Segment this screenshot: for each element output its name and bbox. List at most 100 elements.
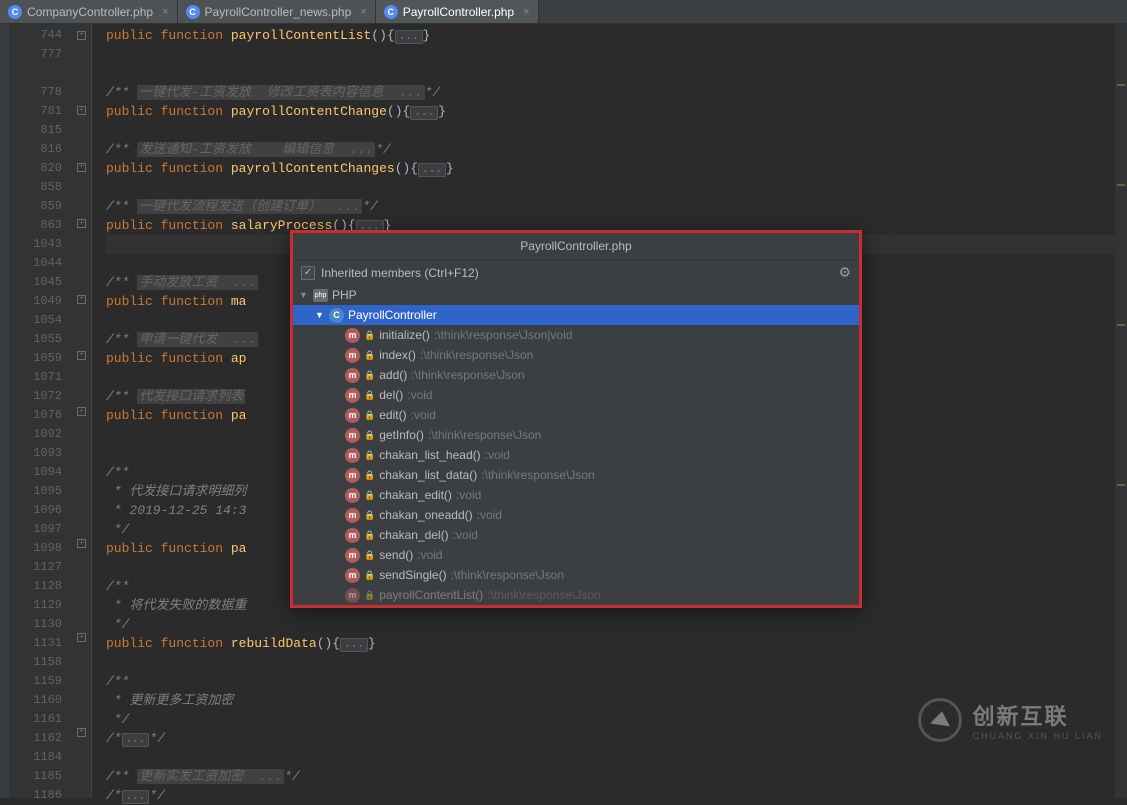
line-number: 1097	[10, 520, 62, 539]
code-line[interactable]: public function payrollContentChanges(){…	[106, 159, 1127, 178]
method-icon: m	[345, 408, 360, 423]
member-return: :void	[456, 488, 481, 502]
member-return: :void	[477, 508, 502, 522]
line-number: 1129	[10, 596, 62, 615]
code-line[interactable]: /*...*/	[106, 786, 1127, 805]
tab-label: PayrollController_news.php	[205, 5, 352, 19]
line-number: 1093	[10, 444, 62, 463]
member-return: :void	[417, 548, 442, 562]
code-line[interactable]	[106, 64, 1127, 83]
code-line[interactable]: /**	[106, 672, 1127, 691]
line-number: 1095	[10, 482, 62, 501]
tree-php-node[interactable]: ▼ php PHP	[293, 285, 859, 305]
line-number: 1158	[10, 653, 62, 672]
tab-payroll-controller[interactable]: C PayrollController.php ×	[376, 0, 539, 23]
method-icon: m	[345, 568, 360, 583]
line-number: 778	[10, 83, 62, 102]
structure-member[interactable]: m🔒chakan_oneadd():void	[293, 505, 859, 525]
code-line[interactable]: /** 更新实发工资加密 ...*/	[106, 767, 1127, 786]
code-line[interactable]	[106, 748, 1127, 767]
structure-member[interactable]: m🔒chakan_del():void	[293, 525, 859, 545]
structure-tree[interactable]: ▼ php PHP ▼ C PayrollController m 🔒 initia…	[293, 285, 859, 605]
code-line[interactable]: public function rebuildData(){...}	[106, 634, 1127, 653]
structure-member[interactable]: m🔒add():\think\response\Json	[293, 365, 859, 385]
fold-expand-icon[interactable]: +	[77, 633, 86, 642]
line-number: 1185	[10, 767, 62, 786]
structure-member[interactable]: m🔒chakan_list_data():\think\response\Jso…	[293, 465, 859, 485]
inherited-checkbox[interactable]: ✓	[301, 266, 315, 280]
code-line[interactable]: public function payrollContentList(){...…	[106, 26, 1127, 45]
fold-expand-icon[interactable]: +	[77, 539, 86, 548]
structure-member[interactable]: m🔒index():\think\response\Json	[293, 345, 859, 365]
code-line[interactable]: */	[106, 615, 1127, 634]
member-name: chakan_list_head()	[379, 448, 480, 462]
code-line[interactable]	[106, 121, 1127, 140]
fold-expand-icon[interactable]: +	[77, 351, 86, 360]
structure-member[interactable]: m🔒getInfo():\think\response\Json	[293, 425, 859, 445]
code-line[interactable]: /** 一键代发-工资发放 修改工资表内容信息 ...*/	[106, 83, 1127, 102]
class-icon: C	[329, 308, 344, 323]
tab-company-controller[interactable]: C CompanyController.php ×	[0, 0, 178, 23]
lock-icon: 🔒	[364, 470, 375, 481]
member-return: :void	[453, 528, 478, 542]
chevron-down-icon[interactable]: ▼	[315, 310, 325, 320]
member-return: :\think\response\Json|void	[434, 328, 573, 342]
structure-member[interactable]: m🔒initialize():\think\response\Json|void	[293, 325, 859, 345]
line-number: 1094	[10, 463, 62, 482]
method-icon: m	[345, 328, 360, 343]
close-icon[interactable]: ×	[162, 6, 168, 18]
line-number: 1043	[10, 235, 62, 254]
line-number: 820	[10, 159, 62, 178]
fold-expand-icon[interactable]: +	[77, 31, 86, 40]
tree-label: PHP	[332, 288, 357, 302]
line-number: 859	[10, 197, 62, 216]
tab-payroll-news[interactable]: C PayrollController_news.php ×	[178, 0, 376, 23]
chevron-down-icon[interactable]: ▼	[299, 290, 309, 300]
code-line[interactable]: /** 发送通知-工资发放 编辑信息 ...*/	[106, 140, 1127, 159]
method-icon: m	[345, 448, 360, 463]
tree-class-node[interactable]: ▼ C PayrollController	[293, 305, 859, 325]
close-icon[interactable]: ×	[360, 6, 366, 18]
code-line[interactable]: /** 一键代发流程发送（创建订单） ...*/	[106, 197, 1127, 216]
lock-icon: 🔒	[364, 410, 375, 421]
fold-expand-icon[interactable]: +	[77, 728, 86, 737]
member-name: payrollContentList()	[379, 588, 483, 602]
code-line[interactable]	[106, 178, 1127, 197]
fold-expand-icon[interactable]: +	[77, 407, 86, 416]
file-structure-popup[interactable]: PayrollController.php ✓ Inherited member…	[290, 230, 862, 608]
structure-member[interactable]: m🔒del():void	[293, 385, 859, 405]
lock-icon: 🔒	[364, 350, 375, 361]
member-return: :\think\response\Json	[428, 428, 541, 442]
close-icon[interactable]: ×	[523, 6, 529, 18]
member-name: del()	[379, 388, 403, 402]
line-number: 744	[10, 26, 62, 45]
line-number	[10, 64, 62, 83]
member-name: chakan_del()	[379, 528, 448, 542]
method-icon: m	[345, 468, 360, 483]
php-class-icon: C	[384, 5, 398, 19]
scrollbar-marker[interactable]	[1115, 24, 1127, 798]
structure-member[interactable]: m🔒payrollContentList():\think\response\J…	[293, 585, 859, 605]
member-name: add()	[379, 368, 407, 382]
fold-expand-icon[interactable]: +	[77, 295, 86, 304]
structure-member[interactable]: m🔒sendSingle():\think\response\Json	[293, 565, 859, 585]
code-line[interactable]	[106, 45, 1127, 64]
structure-member[interactable]: m🔒chakan_list_head():void	[293, 445, 859, 465]
lock-icon: 🔒	[364, 510, 375, 521]
fold-expand-icon[interactable]: +	[77, 219, 86, 228]
structure-member[interactable]: m🔒edit():void	[293, 405, 859, 425]
member-name: sendSingle()	[379, 568, 446, 582]
code-line[interactable]: public function payrollContentChange(){.…	[106, 102, 1127, 121]
line-number: 1059	[10, 349, 62, 368]
structure-member[interactable]: m🔒chakan_edit():void	[293, 485, 859, 505]
gear-icon[interactable]: ⚙	[838, 264, 851, 281]
line-number: 1130	[10, 615, 62, 634]
structure-member[interactable]: m🔒send():void	[293, 545, 859, 565]
fold-expand-icon[interactable]: +	[77, 106, 86, 115]
lock-icon: 🔒	[364, 570, 375, 581]
fold-expand-icon[interactable]: +	[77, 163, 86, 172]
code-line[interactable]	[106, 653, 1127, 672]
php-file-icon: php	[313, 289, 328, 302]
member-name: initialize()	[379, 328, 430, 342]
line-number: 1128	[10, 577, 62, 596]
